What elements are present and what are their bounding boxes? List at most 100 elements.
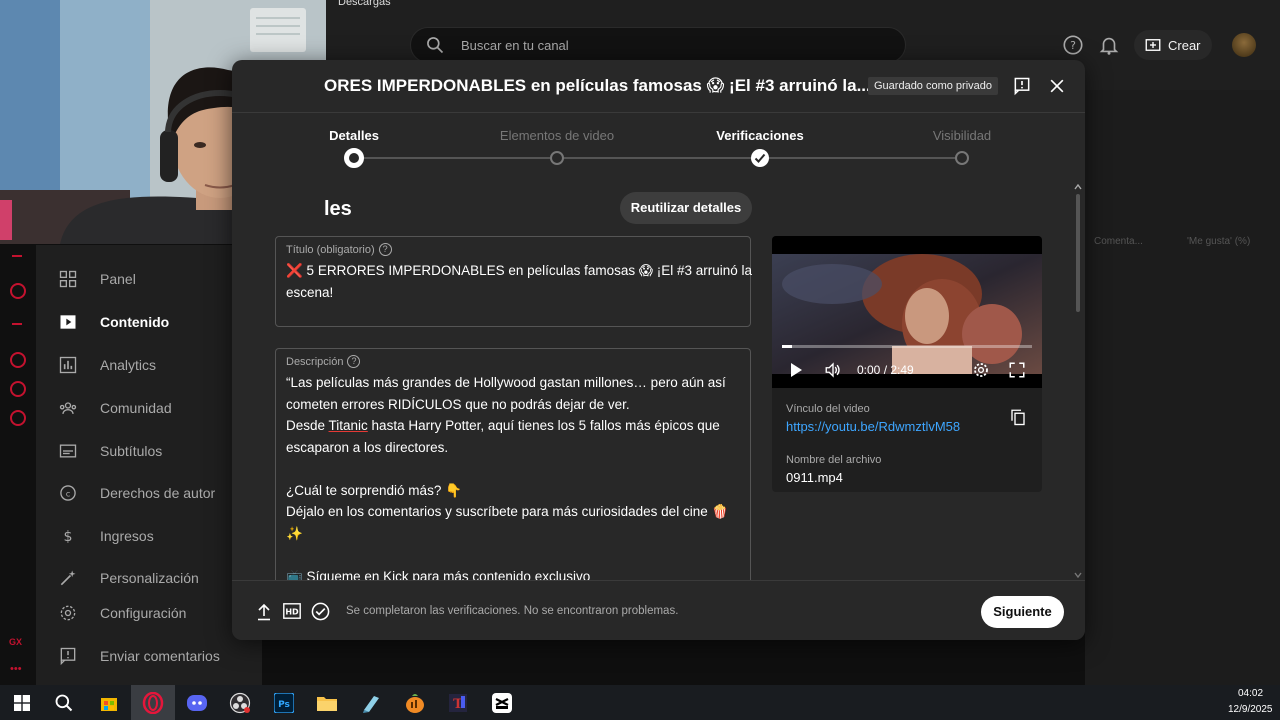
obs-icon[interactable] (218, 685, 262, 720)
svg-text:c: c (66, 488, 71, 498)
stepper-track (354, 157, 962, 159)
sidebar-item-settings[interactable]: Configuración (36, 593, 262, 633)
sidebar-item-send-feedback[interactable]: Enviar comentarios (36, 636, 262, 676)
capcut-icon[interactable] (480, 685, 524, 720)
store-icon[interactable] (87, 685, 131, 720)
step-node-visibility[interactable] (955, 151, 969, 165)
help-icon[interactable]: ? (378, 243, 392, 256)
sidebar-item-customization[interactable]: Personalización (36, 558, 262, 598)
title-line: ❌ 5 ERRORES IMPERDONABLES en películas f… (286, 263, 753, 278)
video-link[interactable]: https://youtu.be/RdwmztlvM58 (786, 419, 960, 434)
discord-icon[interactable] (175, 685, 219, 720)
section-heading: les (324, 198, 352, 220)
step-checks[interactable]: Verificaciones (716, 128, 803, 143)
studio-sidebar: Panel Contenido Analytics Comunidad Subt… (36, 245, 262, 685)
notifications-bell-icon[interactable] (1098, 34, 1120, 56)
video-thumbnail-image (772, 254, 1042, 374)
search-icon[interactable] (42, 685, 86, 720)
dialog-footer: HD Se completaron las verificaciones. No… (232, 580, 1085, 640)
sidebar-item-content[interactable]: Contenido (36, 302, 262, 342)
play-icon[interactable] (788, 362, 804, 378)
video-upload-dialog: ORES IMPERDONABLES en películas famosas … (232, 60, 1085, 640)
sidebar-item-label: Derechos de autor (100, 485, 216, 501)
rail-player-icon[interactable] (10, 283, 26, 299)
saved-private-badge: Guardado como privado (868, 77, 999, 95)
description-line (286, 544, 728, 566)
close-icon[interactable] (1047, 76, 1067, 96)
sidebar-item-analytics[interactable]: Analytics (36, 345, 262, 385)
description-text: “Las películas más grandes de Hollywood … (286, 372, 728, 587)
description-line: Desde Titanic hasta Harry Potter, aquí t… (286, 418, 720, 433)
community-icon (59, 402, 77, 414)
gear-icon[interactable] (972, 361, 990, 379)
windows-taskbar: Ps T 04:02 12/9/2025 (0, 685, 1280, 720)
sidebar-item-subtitles[interactable]: Subtítulos (36, 431, 262, 471)
video-player[interactable]: 0:00 / 2:49 (772, 236, 1042, 388)
create-button[interactable]: Crear (1134, 30, 1212, 60)
sidebar-item-label: Configuración (100, 605, 187, 621)
description-line: cometen errores RIDÍCULOS que no podrás … (286, 396, 630, 412)
scroll-thumb[interactable] (1076, 194, 1080, 312)
windows-start-icon[interactable] (0, 685, 44, 720)
spellcheck-flagged-word[interactable]: Titanic (329, 418, 368, 433)
sidebar-item-panel[interactable]: Panel (36, 259, 262, 299)
clock-date[interactable]: 12/9/2025 (1228, 704, 1273, 715)
sidebar-item-label: Panel (100, 271, 136, 287)
rail-extensions-icon[interactable] (10, 381, 26, 397)
video-progress-bar[interactable] (782, 345, 1032, 348)
sidebar-item-copyright[interactable]: c Derechos de autor (36, 473, 262, 513)
avatar[interactable] (1232, 33, 1256, 57)
checks-status-text: Se completaron las verificaciones. No se… (346, 605, 679, 617)
video-time: 0:00 / 2:49 (857, 363, 914, 377)
fullscreen-icon[interactable] (1008, 361, 1026, 379)
downloads-label[interactable]: Descargas (338, 0, 391, 8)
title-line: escena! (286, 284, 334, 300)
copyright-icon: c (60, 485, 76, 501)
title-field[interactable]: Título (obligatorio) ? ❌ 5 ERRORES IMPER… (275, 236, 753, 327)
check-mark-icon (754, 153, 766, 163)
filename-value: 0911.mp4 (786, 470, 843, 485)
search-input[interactable]: Buscar en tu canal (410, 27, 906, 63)
sidebar-item-community[interactable]: Comunidad (36, 388, 262, 428)
scroll-up-icon[interactable] (1074, 184, 1082, 190)
step-visibility[interactable]: Visibilidad (933, 128, 991, 143)
file-explorer-icon[interactable] (305, 685, 349, 720)
search-placeholder: Buscar en tu canal (461, 38, 569, 53)
notepad-icon[interactable] (349, 685, 393, 720)
step-node-details[interactable] (344, 148, 364, 168)
dashboard-icon (59, 270, 77, 288)
step-details[interactable]: Detalles (329, 128, 379, 143)
photoshop-icon[interactable]: Ps (262, 685, 306, 720)
hd-icon: HD (283, 603, 301, 619)
rail-history-icon[interactable] (10, 352, 26, 368)
video-link-label: Vínculo del video (786, 403, 870, 415)
sidebar-item-label: Enviar comentarios (100, 648, 220, 664)
opera-gx-icon[interactable] (131, 685, 175, 720)
scroll-down-icon[interactable] (1074, 572, 1082, 578)
help-icon[interactable]: ? (1062, 34, 1084, 56)
create-video-icon (1145, 39, 1161, 51)
sidebar-item-label: Subtítulos (100, 443, 163, 459)
dialog-scrollbar[interactable] (1074, 184, 1082, 584)
text-editor-icon[interactable]: T (436, 685, 480, 720)
volume-icon[interactable] (824, 361, 842, 379)
analytics-icon (59, 356, 77, 374)
description-field[interactable]: Descripción ? “Las películas más grandes… (275, 348, 751, 608)
next-button[interactable]: Siguiente (981, 596, 1064, 628)
reuse-details-button[interactable]: Reutilizar detalles (620, 192, 752, 224)
browser-side-rail: GX ••• (0, 245, 36, 685)
dialog-title: ORES IMPERDONABLES en películas famosas … (324, 76, 871, 95)
help-icon[interactable]: ? (347, 355, 361, 368)
copy-icon[interactable] (1009, 408, 1027, 426)
sidebar-item-earn[interactable]: $ Ingresos (36, 516, 262, 556)
gx-icon[interactable]: GX (9, 637, 22, 647)
step-video-elements[interactable]: Elementos de video (500, 128, 614, 143)
more-icon[interactable]: ••• (10, 663, 22, 675)
report-feedback-icon[interactable] (1012, 76, 1032, 96)
step-node-checks[interactable] (751, 149, 769, 167)
clock-time[interactable]: 04:02 (1238, 688, 1263, 699)
fl-studio-icon[interactable] (393, 685, 437, 720)
rail-settings-icon[interactable] (10, 410, 26, 426)
step-node-video-elements[interactable] (550, 151, 564, 165)
sidebar-item-label: Personalización (100, 570, 199, 586)
